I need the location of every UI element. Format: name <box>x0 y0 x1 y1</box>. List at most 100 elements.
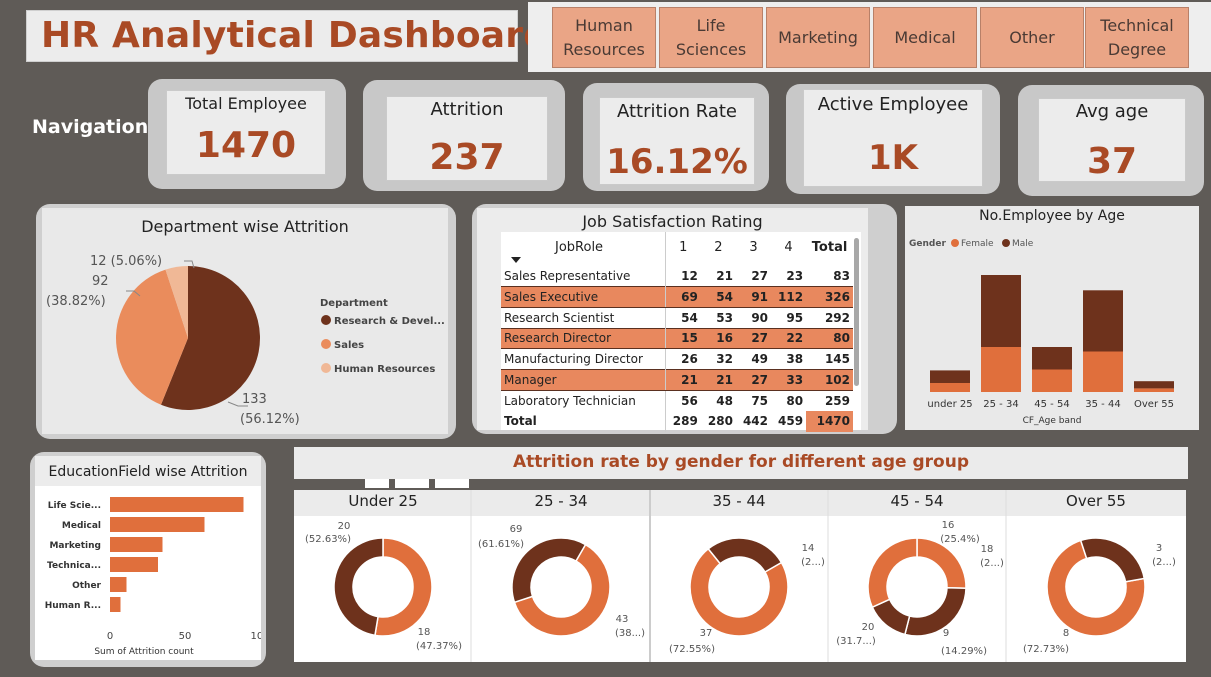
donut-label: (47.37%) <box>416 641 462 652</box>
gender-section-header: Attrition rate by gender for different a… <box>294 447 1188 479</box>
pie-label-sales-pct: (38.82%) <box>46 294 106 309</box>
navigation-label[interactable]: Navigation <box>32 116 148 138</box>
donut-slice[interactable] <box>1079 537 1146 583</box>
filter-life-sciences[interactable]: Life Sciences <box>659 7 763 68</box>
value-cell: 32 <box>716 352 733 367</box>
filter-technical-degree[interactable]: Technical Degree <box>1085 7 1189 68</box>
value-cell: 112 <box>771 286 807 308</box>
bar-male[interactable] <box>1032 347 1072 370</box>
bar-male[interactable] <box>1134 381 1174 389</box>
value-cell: 80 <box>806 327 853 350</box>
value-cell: 75 <box>751 393 769 408</box>
filter-human-resources[interactable]: Human Resources <box>552 7 656 68</box>
bar-female[interactable] <box>981 347 1021 392</box>
col-header-total[interactable]: Total <box>806 232 853 266</box>
chart-title: Job Satisfaction Rating <box>582 212 763 231</box>
donut-slice[interactable] <box>867 537 918 609</box>
legend-title: Department <box>320 298 388 309</box>
table-row[interactable]: Manufacturing Director 26 32 49 38 145 <box>501 348 853 370</box>
jobrole-cell: Sales Representative <box>501 266 666 287</box>
legend-sales[interactable]: Sales <box>334 340 364 351</box>
table-row[interactable]: Research Director 15 16 27 22 80 <box>501 327 853 350</box>
edu-bar[interactable] <box>110 537 163 552</box>
visual-toolbar-filter-icon[interactable] <box>365 479 389 488</box>
bar-female[interactable] <box>930 383 970 392</box>
kpi-active-employee-card: Active Employee 1K <box>786 84 1000 194</box>
legend-rd[interactable]: Research & Devel... <box>334 316 445 327</box>
table-row[interactable]: Research Scientist 54 53 90 95 292 <box>501 307 853 329</box>
donut-slice[interactable] <box>916 537 967 589</box>
edu-bar[interactable] <box>110 517 205 532</box>
edu-bar[interactable] <box>110 497 244 512</box>
y-tick-label: Medical <box>62 521 101 531</box>
legend-swatch <box>1002 239 1010 247</box>
employee-by-age-card: No.Employee by Age Gender Female Male un… <box>905 206 1199 430</box>
total-row[interactable]: Total 289 280 442 459 1470 <box>501 410 853 432</box>
donut-label: 18 <box>418 627 431 638</box>
donut-label: 20 <box>338 521 351 532</box>
value-cell: 49 <box>751 352 769 367</box>
bar-male[interactable] <box>981 275 1021 347</box>
value-cell: 15 <box>665 327 701 350</box>
col-header-4[interactable]: 4 <box>771 232 806 266</box>
value-cell: 21 <box>716 269 733 284</box>
sort-desc-icon[interactable] <box>511 257 521 263</box>
table-row[interactable]: Sales Executive 69 54 91 112 326 <box>501 286 853 308</box>
legend-hr[interactable]: Human Resources <box>334 364 435 375</box>
donut-label: (72.55%) <box>669 644 715 655</box>
value-cell: 12 <box>681 269 698 284</box>
table-row[interactable]: Laboratory Technician 56 48 75 80 259 <box>501 390 853 411</box>
scrollbar[interactable] <box>854 238 859 386</box>
value-cell: 53 <box>716 310 733 325</box>
donut-slice[interactable] <box>903 586 967 637</box>
donut-label: (2...) <box>980 558 1004 569</box>
donut-label: 8 <box>1063 628 1069 639</box>
jobrole-cell: Manufacturing Director <box>501 348 666 370</box>
edu-bar[interactable] <box>110 577 127 592</box>
edu-bar[interactable] <box>110 597 121 612</box>
legend-male[interactable]: Male <box>1012 239 1034 249</box>
col-header-1[interactable]: 1 <box>665 232 701 266</box>
col-header-jobrole[interactable]: JobRole <box>501 232 666 266</box>
filter-marketing[interactable]: Marketing <box>766 7 870 68</box>
edu-bar[interactable] <box>110 557 158 572</box>
bar-female[interactable] <box>1134 388 1174 392</box>
bar-male[interactable] <box>930 370 970 383</box>
x-tick-label: 50 <box>179 631 192 642</box>
legend-swatch <box>321 315 331 325</box>
value-cell: 27 <box>735 327 772 350</box>
visual-toolbar-more-icon[interactable] <box>435 479 469 488</box>
col-header-2[interactable]: 2 <box>701 232 736 266</box>
donut-label: 18 <box>981 544 994 555</box>
dashboard-title: HR Analytical Dashboard <box>41 15 550 56</box>
education-field-slicer: Human Resources Life Sciences Marketing … <box>528 2 1211 72</box>
value-cell: 21 <box>665 368 701 391</box>
visual-toolbar-focus-icon[interactable] <box>395 479 429 488</box>
value-cell: 80 <box>786 393 804 408</box>
value-cell: 48 <box>716 393 733 408</box>
value-cell: 259 <box>824 393 850 408</box>
y-tick-label: Other <box>72 581 101 591</box>
bar-male[interactable] <box>1083 290 1123 352</box>
donut-slice[interactable] <box>707 537 783 574</box>
dashboard-title-box: HR Analytical Dashboard <box>26 10 549 62</box>
table-row[interactable]: Sales Representative 12 21 27 23 83 <box>501 266 853 287</box>
kpi-value: 237 <box>429 137 505 178</box>
value-cell: 90 <box>751 310 769 325</box>
bar-female[interactable] <box>1083 351 1123 393</box>
donut-label: (2...) <box>1152 557 1176 568</box>
filter-medical[interactable]: Medical <box>873 7 977 68</box>
filter-other[interactable]: Other <box>980 7 1084 68</box>
gender-donut-charts: Under 25 25 - 34 35 - 44 45 - 54 Over 55… <box>294 490 1186 662</box>
donut-title: 25 - 34 <box>534 492 587 510</box>
pie-label-hr: 12 (5.06%) <box>90 254 162 269</box>
bar-female[interactable] <box>1032 369 1072 393</box>
col-header-3[interactable]: 3 <box>736 232 771 266</box>
table-row[interactable]: Manager 21 21 27 33 102 <box>501 368 853 391</box>
legend-female[interactable]: Female <box>961 239 994 249</box>
donut-slice[interactable] <box>333 537 384 637</box>
value-cell: 83 <box>833 269 850 284</box>
donut-label: 14 <box>802 543 815 554</box>
donut-label: 43 <box>616 614 629 625</box>
x-tick-label: under 25 <box>927 399 972 410</box>
